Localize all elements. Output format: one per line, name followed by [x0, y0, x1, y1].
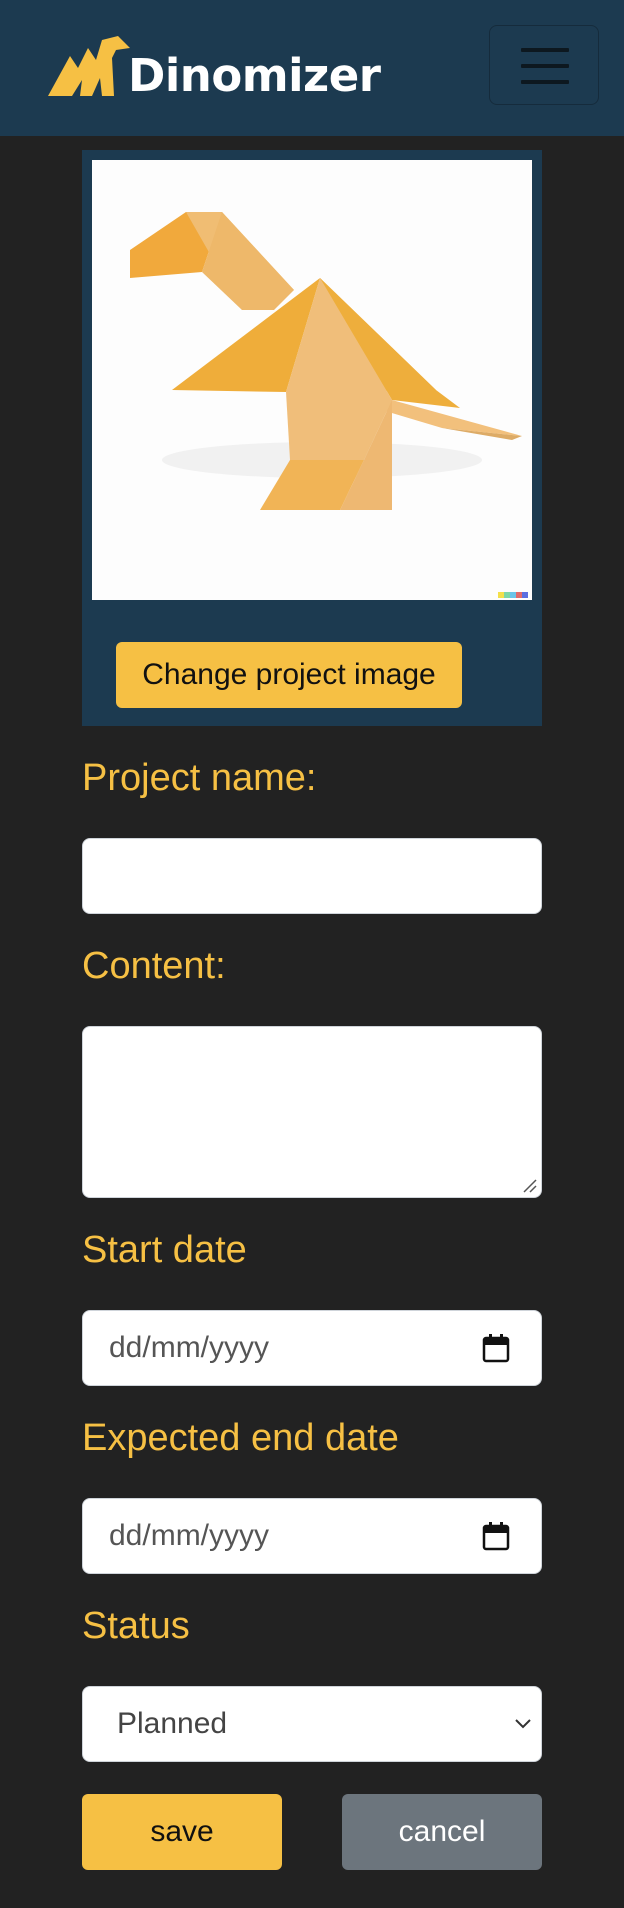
end-date-label: Expected end date — [82, 1417, 399, 1459]
cancel-button[interactable]: cancel — [342, 1794, 542, 1870]
brand-link[interactable]: Dinomizer — [44, 30, 381, 102]
save-button[interactable]: save — [82, 1794, 282, 1870]
content-textarea[interactable] — [83, 1027, 541, 1197]
navbar: Dinomizer — [0, 0, 624, 136]
start-date-label: Start date — [82, 1229, 247, 1271]
origami-dinosaur-image — [92, 160, 532, 600]
end-date-input[interactable]: dd/mm/yyyy — [82, 1498, 542, 1574]
calendar-icon[interactable] — [482, 1333, 510, 1363]
project-name-field — [82, 838, 542, 914]
project-name-input[interactable] — [83, 839, 541, 913]
start-date-value: dd/mm/yyyy — [109, 1331, 270, 1364]
calendar-icon[interactable] — [482, 1521, 510, 1551]
change-project-image-button[interactable]: Change project image — [116, 642, 462, 708]
resize-handle-icon[interactable] — [521, 1177, 537, 1193]
brand-name: Dinomizer — [128, 49, 381, 102]
end-date-value: dd/mm/yyyy — [109, 1519, 270, 1552]
start-date-input[interactable]: dd/mm/yyyy — [82, 1310, 542, 1386]
chevron-down-icon — [515, 1719, 531, 1729]
project-image-card: Change project image — [82, 150, 542, 726]
status-selected-value: Planned — [117, 1707, 228, 1740]
content-label: Content: — [82, 945, 226, 987]
menu-toggle-button[interactable] — [489, 25, 599, 105]
project-image — [92, 160, 532, 600]
dinosaur-logo-icon — [48, 36, 130, 96]
status-label: Status — [82, 1605, 190, 1647]
content-field — [82, 1026, 542, 1198]
status-select[interactable]: Planned — [82, 1686, 542, 1762]
project-name-label: Project name: — [82, 757, 317, 799]
